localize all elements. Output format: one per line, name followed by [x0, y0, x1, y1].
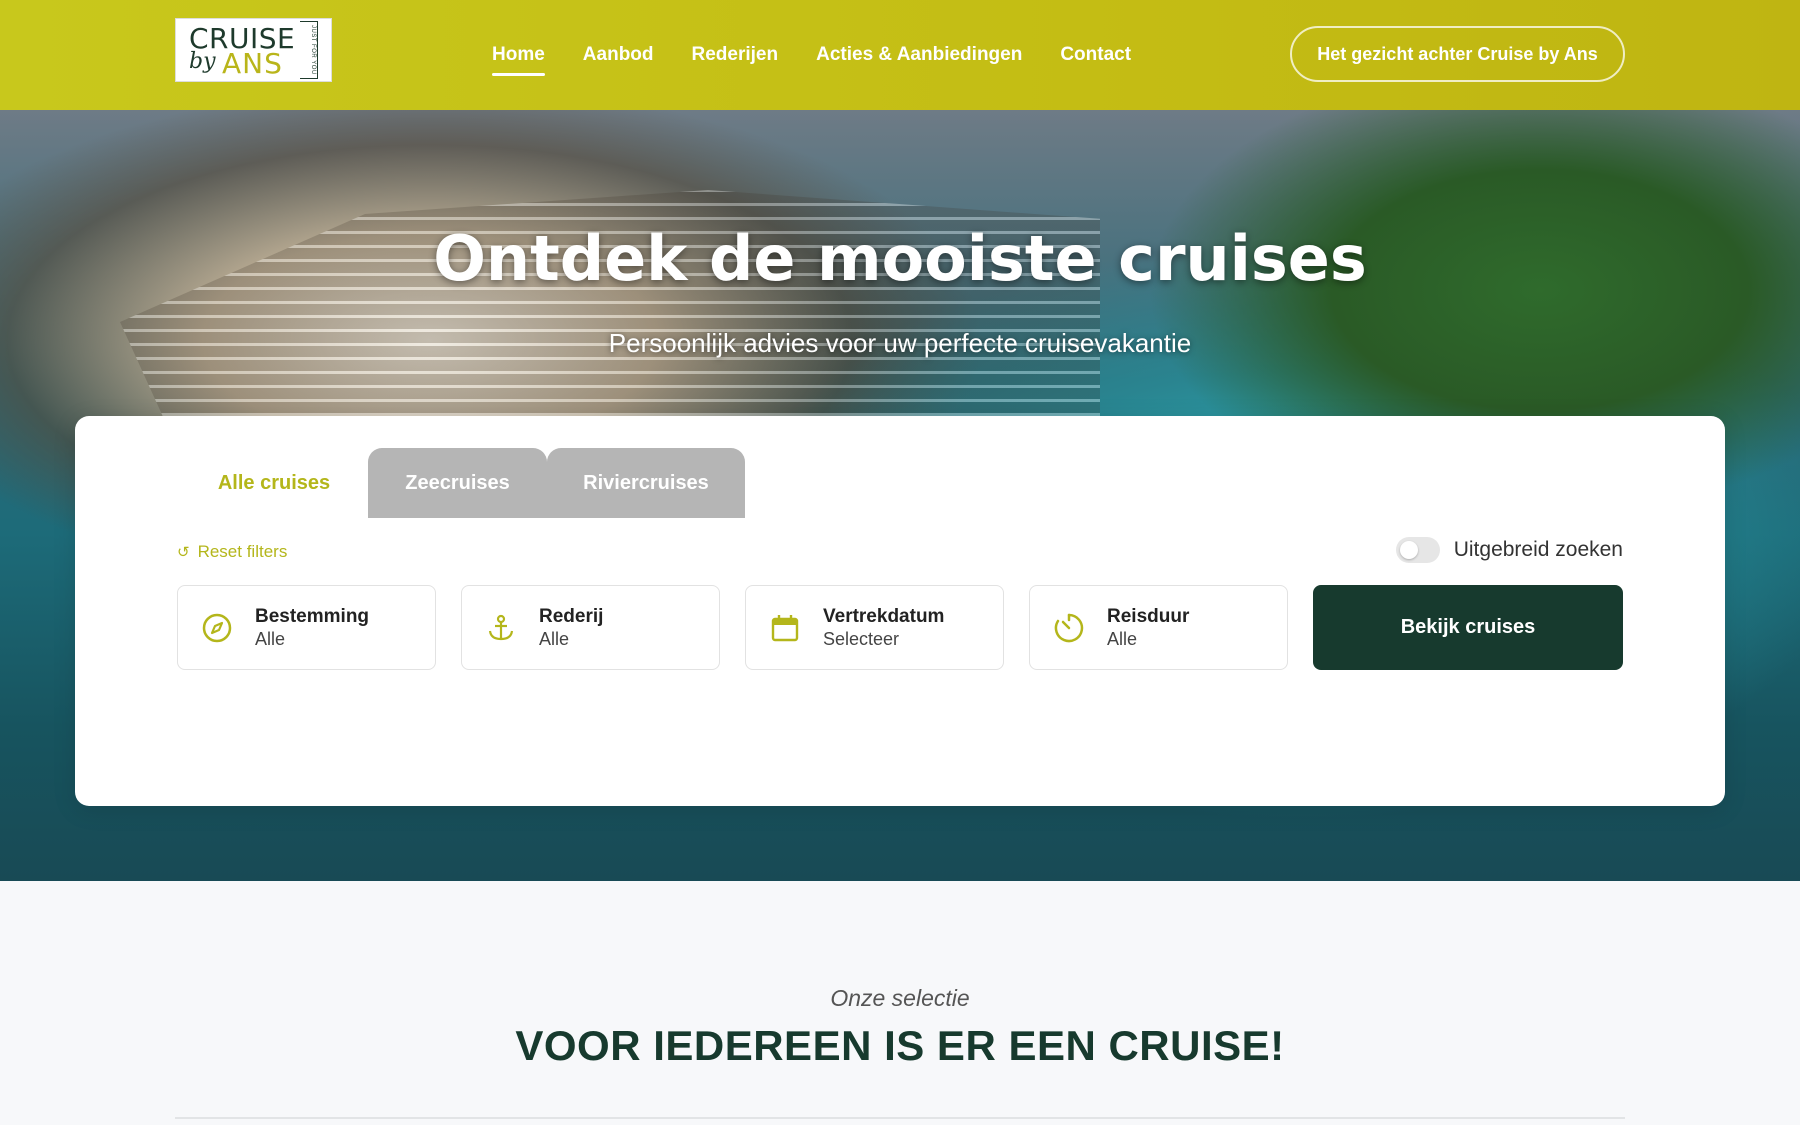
about-ans-button[interactable]: Het gezicht achter Cruise by Ans [1290, 26, 1625, 82]
nav-item-rederijen[interactable]: Rederijen [692, 44, 779, 76]
selection-section: Onze selectie VOOR IEDEREEN IS ER EEN CR… [0, 881, 1800, 1125]
site-logo[interactable]: CRUISE by ANS JUST FOR YOU [175, 18, 332, 82]
site-header: CRUISE by ANS JUST FOR YOU Home Aanbod R… [0, 0, 1800, 110]
advanced-search: Uitgebreid zoeken [1395, 537, 1623, 563]
filter-value: Alle [539, 629, 570, 649]
reset-icon: ↺ [177, 544, 190, 561]
logo-text-by: by [189, 49, 216, 74]
logo-tagline: JUST FOR YOU [310, 25, 316, 75]
filter-label: Rederij [539, 606, 604, 627]
advanced-search-toggle[interactable] [1395, 537, 1440, 563]
logo-text-ans: ANS [222, 47, 283, 80]
filter-bestemming[interactable]: Bestemming Alle [177, 585, 436, 670]
filter-label: Bestemming [255, 606, 370, 627]
reset-filters-label: Reset filters [197, 542, 288, 561]
nav-item-acties[interactable]: Acties & Aanbiedingen [816, 44, 1022, 76]
hero-title: Ontdek de mooiste cruises [433, 222, 1367, 295]
view-cruises-button[interactable]: Bekijk cruises [1313, 585, 1623, 670]
reset-filters-button[interactable]: ↺ Reset filters [177, 542, 287, 562]
nav-item-aanbod[interactable]: Aanbod [583, 44, 654, 76]
main-nav: Home Aanbod Rederijen Acties & Aanbiedin… [492, 44, 1169, 76]
section-divider [175, 1117, 1625, 1119]
compass-icon [202, 613, 232, 643]
tab-riviercruises[interactable]: Riviercruises [547, 448, 745, 518]
section-kicker: Onze selectie [830, 985, 970, 1011]
search-card: Alle cruises Zeecruises Riviercruises ↺ … [75, 416, 1725, 806]
cruise-type-tabs: Alle cruises Zeecruises Riviercruises [180, 448, 745, 518]
advanced-search-label: Uitgebreid zoeken [1453, 538, 1623, 561]
section-headline: VOOR IEDEREEN IS ER EEN CRUISE! [515, 1022, 1285, 1069]
filter-value: Selecteer [823, 629, 900, 649]
nav-item-home[interactable]: Home [492, 44, 545, 76]
filter-value: Alle [1107, 629, 1138, 649]
tab-alle-cruises[interactable]: Alle cruises [180, 448, 368, 518]
timer-icon [1054, 613, 1084, 643]
filter-row: Bestemming Alle Rederij Alle Vertrekdatu… [177, 585, 1623, 670]
anchor-icon [488, 614, 514, 641]
tab-zeecruises[interactable]: Zeecruises [368, 448, 547, 518]
nav-item-contact[interactable]: Contact [1060, 44, 1131, 76]
filter-rederij[interactable]: Rederij Alle [461, 585, 720, 670]
hero-subtitle: Persoonlijk advies voor uw perfecte crui… [608, 328, 1192, 358]
toggle-knob [1399, 541, 1418, 559]
filter-label: Vertrekdatum [823, 606, 945, 627]
calendar-icon [771, 615, 799, 642]
filter-value: Alle [255, 629, 286, 649]
filter-label: Reisduur [1107, 606, 1190, 627]
filter-reisduur[interactable]: Reisduur Alle [1029, 585, 1288, 670]
filter-vertrekdatum[interactable]: Vertrekdatum Selecteer [745, 585, 1004, 670]
